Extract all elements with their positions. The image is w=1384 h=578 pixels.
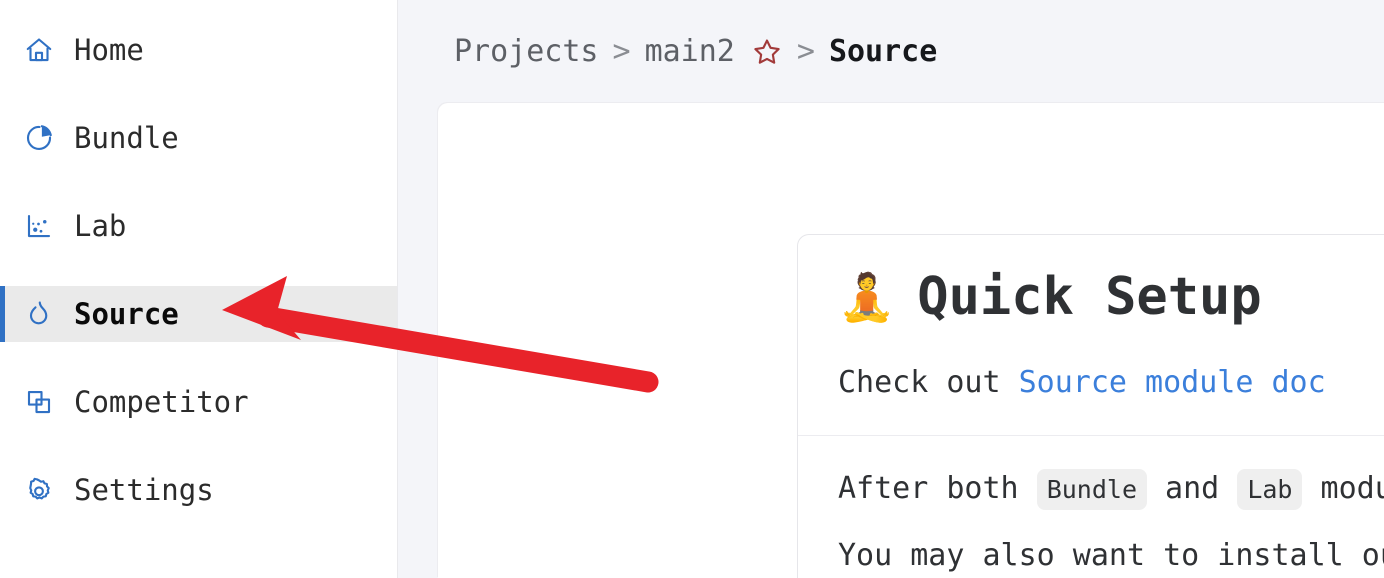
sidebar-item-source[interactable]: Source <box>0 286 397 342</box>
sidebar-item-settings[interactable]: Settings <box>0 462 397 518</box>
breadcrumb-projects[interactable]: Projects <box>454 34 599 69</box>
breadcrumb: Projects > main2 > Source <box>398 0 1384 103</box>
flame-icon <box>24 299 54 329</box>
sidebar-item-competitor[interactable]: Competitor <box>0 374 397 430</box>
sidebar: Home Bundle Lab Source Competitor Settin… <box>0 0 398 578</box>
quick-setup-card: 🧘 Quick Setup Check out Source module do… <box>797 234 1384 578</box>
sidebar-item-label: Bundle <box>74 120 179 155</box>
sidebar-item-lab[interactable]: Lab <box>0 198 397 254</box>
sidebar-item-label: Lab <box>74 208 127 243</box>
check-out-prefix: Check out <box>838 365 1019 401</box>
sidebar-item-label: Source <box>74 296 179 331</box>
sidebar-item-label: Competitor <box>74 384 249 419</box>
quick-setup-title-text: Quick Setup <box>917 267 1262 327</box>
home-icon <box>24 35 54 65</box>
code-badge-lab: Lab <box>1237 468 1303 511</box>
content-panel: 🧘 Quick Setup Check out Source module do… <box>438 103 1384 578</box>
after-both-mid: and <box>1147 471 1238 507</box>
after-both-prefix: After both <box>838 471 1037 507</box>
quick-setup-header: 🧘 Quick Setup Check out Source module do… <box>798 235 1384 435</box>
app-root: Home Bundle Lab Source Competitor Settin… <box>0 0 1384 578</box>
after-both-suffix: modul <box>1320 471 1384 507</box>
sidebar-item-home[interactable]: Home <box>0 22 397 78</box>
main-area: Projects > main2 > Source 🧘 Quick Setup <box>398 0 1384 578</box>
gear-icon <box>24 475 54 505</box>
star-outline-icon[interactable] <box>751 36 783 68</box>
sidebar-item-bundle[interactable]: Bundle <box>0 110 397 166</box>
sidebar-item-label: Home <box>74 32 144 67</box>
code-badge-bundle: Bundle <box>1036 468 1147 511</box>
scatter-plot-icon <box>24 211 54 241</box>
sidebar-nav-list: Home Bundle Lab Source Competitor Settin… <box>0 22 397 518</box>
page-title: 🧘 Quick Setup <box>838 267 1384 327</box>
layers-icon <box>24 387 54 417</box>
after-both-modules-line: After both Bundle and Lab modul <box>838 466 1384 511</box>
breadcrumb-project-main2[interactable]: main2 <box>645 34 735 69</box>
check-out-line: Check out Source module doc <box>838 360 1384 405</box>
breadcrumb-current-source: Source <box>828 34 938 69</box>
breadcrumb-separator: > <box>796 34 815 69</box>
breadcrumb-separator: > <box>612 34 631 69</box>
source-module-doc-link[interactable]: Source module doc <box>1019 365 1326 400</box>
sidebar-item-label: Settings <box>74 472 214 507</box>
quick-setup-body: After both Bundle and Lab modul You may … <box>798 436 1384 578</box>
meditation-emoji-icon: 🧘 <box>838 270 896 325</box>
pie-chart-icon <box>24 123 54 153</box>
install-line: You may also want to install our <box>838 538 1384 574</box>
